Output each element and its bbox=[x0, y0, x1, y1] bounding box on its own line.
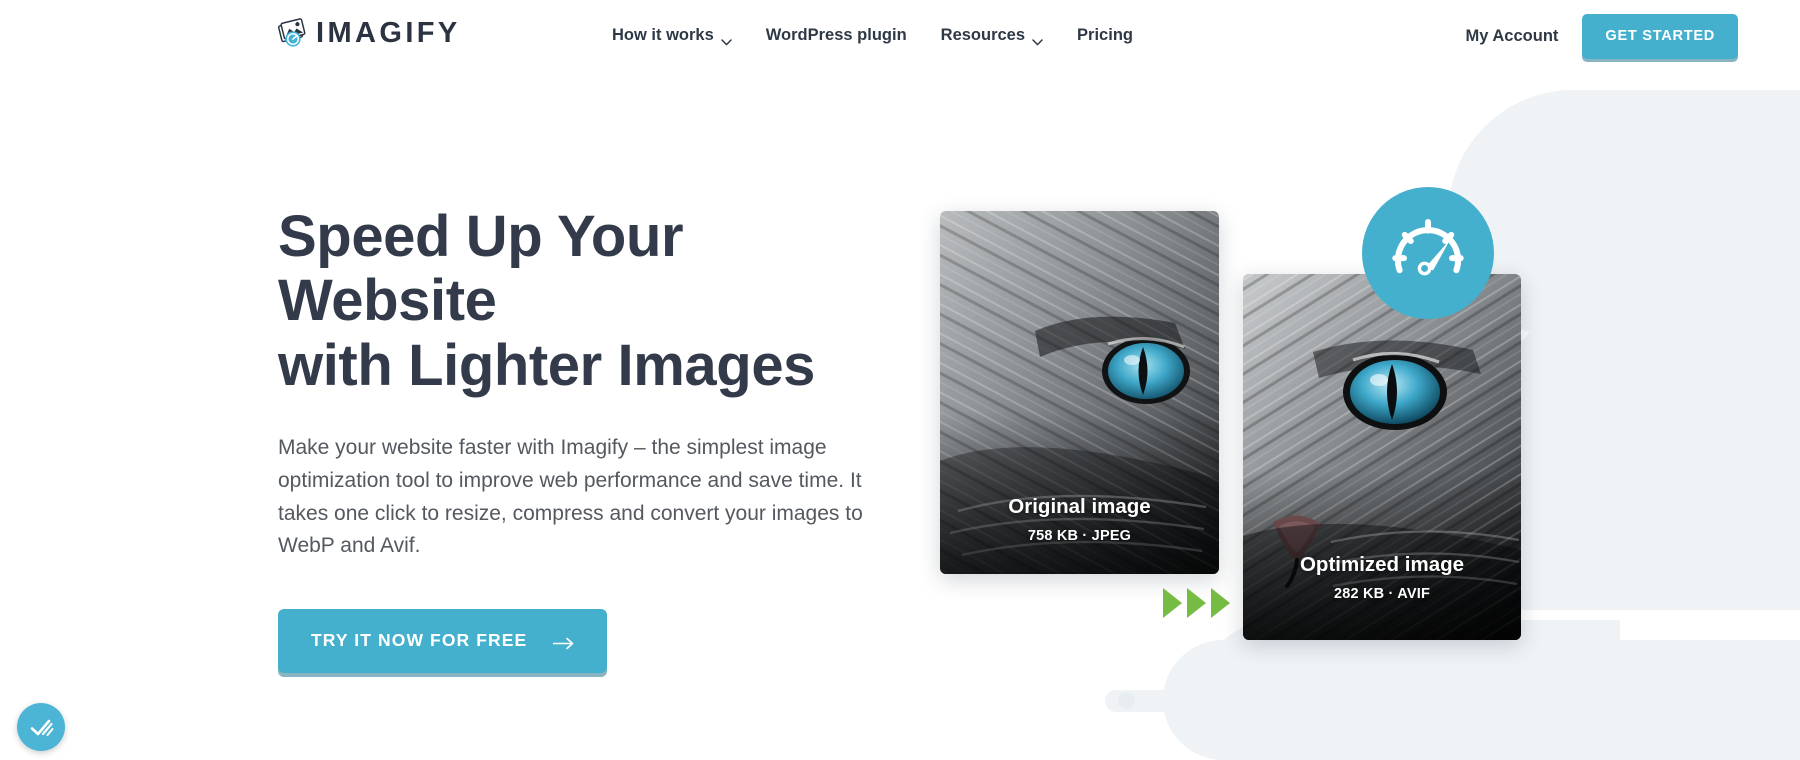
original-image-meta: 758 KB · JPEG bbox=[1027, 528, 1132, 544]
optimized-image-caption: Optimized image 282 KB · AVIF bbox=[1243, 553, 1521, 640]
accessibility-widget-button[interactable] bbox=[17, 703, 65, 751]
my-account-link[interactable]: My Account bbox=[1466, 27, 1559, 46]
speedometer-badge bbox=[1362, 187, 1494, 319]
nav-item-wordpress-plugin[interactable]: WordPress plugin bbox=[766, 26, 907, 45]
brand-wordmark: IMAGIFY bbox=[316, 16, 461, 49]
site-header: IMAGIFY How it works WordPress plugin Re… bbox=[0, 0, 1800, 70]
chevron-down-icon bbox=[721, 32, 732, 46]
optimized-image-meta: 282 KB · AVIF bbox=[1333, 586, 1431, 602]
main-navigation: How it works WordPress plugin Resources bbox=[612, 26, 1133, 46]
original-image-card[interactable]: Original image 758 KB · JPEG bbox=[940, 211, 1219, 574]
nav-label: Pricing bbox=[1077, 26, 1133, 44]
chevron-down-icon bbox=[1032, 32, 1043, 46]
optimized-image-card[interactable]: Optimized image 282 KB · AVIF bbox=[1243, 274, 1521, 640]
brand-logo[interactable]: IMAGIFY bbox=[277, 16, 461, 49]
header-actions: My Account GET STARTED bbox=[1466, 14, 1738, 59]
speedometer-icon bbox=[1385, 210, 1471, 296]
imagify-landing-page: IMAGIFY How it works WordPress plugin Re… bbox=[0, 0, 1800, 760]
optimized-image-title: Optimized image bbox=[1299, 553, 1465, 577]
double-check-swoosh-icon bbox=[28, 714, 55, 741]
get-started-button[interactable]: GET STARTED bbox=[1582, 14, 1738, 59]
photos-speedometer-icon bbox=[277, 18, 312, 48]
nav-item-resources[interactable]: Resources bbox=[940, 26, 1043, 46]
nav-item-how-it-works[interactable]: How it works bbox=[612, 26, 732, 46]
original-image-caption: Original image 758 KB · JPEG bbox=[940, 495, 1219, 574]
nav-label: WordPress plugin bbox=[765, 26, 907, 44]
nav-item-pricing[interactable]: Pricing bbox=[1077, 26, 1133, 45]
image-comparison: Original image 758 KB · JPEG Optimized i… bbox=[0, 0, 1800, 760]
original-image-title: Original image bbox=[1008, 495, 1151, 519]
nav-label: Resources bbox=[940, 26, 1026, 44]
nav-label: How it works bbox=[612, 26, 714, 44]
triple-chevron-right-icon bbox=[1163, 586, 1231, 620]
